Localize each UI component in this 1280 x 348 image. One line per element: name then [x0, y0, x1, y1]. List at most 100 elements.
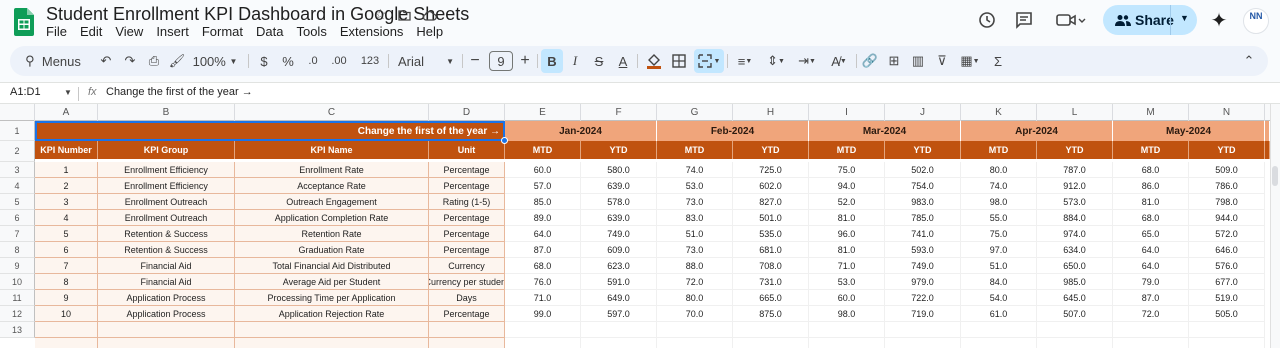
value-cell[interactable]: 501.0 — [733, 210, 809, 226]
kpi-unit-cell[interactable]: Percentage — [429, 162, 505, 178]
history-icon[interactable] — [973, 8, 1001, 32]
value-cell[interactable]: 94.0 — [809, 178, 885, 194]
currency-format-button[interactable]: $ — [256, 46, 272, 76]
empty-cell[interactable] — [98, 338, 235, 348]
empty-cell[interactable] — [35, 338, 98, 348]
row-header-2[interactable]: 2 — [0, 141, 35, 162]
value-cell[interactable]: 89.0 — [505, 210, 581, 226]
value-cell[interactable]: 73.0 — [657, 242, 733, 258]
text-color-button[interactable]: A — [614, 46, 632, 76]
value-cell[interactable]: 60.0 — [809, 290, 885, 306]
value-cell[interactable]: 79.0 — [1113, 274, 1189, 290]
header-note-cell[interactable]: Change the first of the year → — [35, 121, 505, 141]
value-cell[interactable]: 53.0 — [657, 178, 733, 194]
kpi-n-cell[interactable]: 9 — [35, 290, 98, 306]
insert-chart-icon[interactable]: ▥ — [908, 46, 928, 76]
value-cell[interactable]: 64.0 — [505, 226, 581, 242]
menu-file[interactable]: File — [46, 24, 67, 40]
kpi-unit-cell[interactable]: Rating (1-5) — [429, 194, 505, 210]
value-cell[interactable]: 884.0 — [1037, 210, 1113, 226]
empty-cell[interactable] — [809, 322, 885, 338]
menu-format[interactable]: Format — [202, 24, 243, 40]
kpi-unit-cell[interactable]: Percentage — [429, 178, 505, 194]
value-cell[interactable]: 912.0 — [1037, 178, 1113, 194]
value-cell[interactable]: 798.0 — [1189, 194, 1265, 210]
value-cell[interactable]: 57.0 — [505, 178, 581, 194]
share-dropdown-icon[interactable]: ▼ — [1180, 13, 1189, 23]
row-header-12[interactable]: 12 — [0, 306, 35, 322]
row-header-3[interactable]: 3 — [0, 162, 35, 178]
functions-icon[interactable]: Σ — [988, 46, 1008, 76]
value-cell[interactable]: 80.0 — [657, 290, 733, 306]
kpi-unit-cell[interactable]: Currency per student — [429, 274, 505, 290]
column-header-g[interactable]: G — [657, 104, 733, 121]
value-cell[interactable]: 72.0 — [1113, 306, 1189, 322]
value-cell[interactable]: 75.0 — [809, 162, 885, 178]
kpi-group-cell[interactable]: Financial Aid — [98, 258, 235, 274]
empty-cell[interactable] — [1189, 338, 1265, 348]
value-cell[interactable]: 68.0 — [1113, 162, 1189, 178]
kpi-group-cell[interactable]: Application Process — [98, 290, 235, 306]
empty-cell[interactable] — [235, 338, 429, 348]
value-cell[interactable]: 578.0 — [581, 194, 657, 210]
value-cell[interactable]: 73.0 — [657, 194, 733, 210]
bold-button[interactable]: B — [541, 49, 563, 73]
column-header-b[interactable]: B — [98, 104, 235, 121]
kpi-group-cell[interactable]: Retention & Success — [98, 226, 235, 242]
row-header-1[interactable]: 1 — [0, 121, 35, 141]
value-cell[interactable]: 645.0 — [1037, 290, 1113, 306]
value-cell[interactable]: 64.0 — [1113, 242, 1189, 258]
empty-cell[interactable] — [733, 338, 809, 348]
gemini-icon[interactable]: ✦ — [1205, 8, 1233, 32]
value-cell[interactable]: 70.0 — [657, 306, 733, 322]
value-cell[interactable]: 827.0 — [733, 194, 809, 210]
value-cell[interactable]: 88.0 — [657, 258, 733, 274]
value-cell[interactable]: 96.0 — [809, 226, 885, 242]
avatar[interactable]: NN — [1243, 8, 1269, 34]
row-header-11[interactable]: 11 — [0, 290, 35, 306]
empty-cell[interactable] — [35, 322, 98, 338]
value-cell[interactable]: 51.0 — [657, 226, 733, 242]
empty-cell[interactable] — [505, 338, 581, 348]
collapse-toolbar-icon[interactable]: ⌃ — [1238, 46, 1260, 76]
value-cell[interactable]: 61.0 — [961, 306, 1037, 322]
kpi-unit-cell[interactable]: Currency — [429, 258, 505, 274]
column-header-e[interactable]: E — [505, 104, 581, 121]
column-header-l[interactable]: L — [1037, 104, 1113, 121]
name-box-dropdown-icon[interactable]: ▼ — [64, 88, 72, 97]
kpi-group-cell[interactable]: Application Process — [98, 306, 235, 322]
value-cell[interactable]: 979.0 — [885, 274, 961, 290]
value-cell[interactable]: 708.0 — [733, 258, 809, 274]
value-cell[interactable]: 785.0 — [885, 210, 961, 226]
kpi-name-cell[interactable]: Average Aid per Student — [235, 274, 429, 290]
value-cell[interactable]: 646.0 — [1189, 242, 1265, 258]
value-cell[interactable]: 87.0 — [1113, 290, 1189, 306]
kpi-n-cell[interactable]: 10 — [35, 306, 98, 322]
value-cell[interactable]: 68.0 — [505, 258, 581, 274]
value-cell[interactable]: 944.0 — [1189, 210, 1265, 226]
kpi-name-cell[interactable]: Application Rejection Rate — [235, 306, 429, 322]
menus-search[interactable]: ⚲ Menus — [18, 46, 88, 76]
share-button[interactable]: Share ▼ — [1103, 5, 1197, 35]
kpi-group-cell[interactable]: Enrollment Efficiency — [98, 162, 235, 178]
value-cell[interactable]: 787.0 — [1037, 162, 1113, 178]
kpi-name-cell[interactable]: Application Completion Rate — [235, 210, 429, 226]
value-cell[interactable]: 875.0 — [733, 306, 809, 322]
value-cell[interactable]: 64.0 — [1113, 258, 1189, 274]
value-cell[interactable]: 83.0 — [657, 210, 733, 226]
value-cell[interactable]: 572.0 — [1189, 226, 1265, 242]
text-wrap-icon[interactable]: ⇥ ▼ — [793, 46, 821, 76]
vertical-scrollbar[interactable] — [1270, 104, 1280, 348]
value-cell[interactable]: 52.0 — [809, 194, 885, 210]
move-folder-icon[interactable] — [398, 8, 411, 24]
value-cell[interactable]: 76.0 — [505, 274, 581, 290]
column-header-c[interactable]: C — [235, 104, 429, 121]
kpi-group-cell[interactable]: Retention & Success — [98, 242, 235, 258]
row-header-5[interactable]: 5 — [0, 194, 35, 210]
value-cell[interactable]: 535.0 — [733, 226, 809, 242]
menu-help[interactable]: Help — [416, 24, 443, 40]
value-cell[interactable]: 68.0 — [1113, 210, 1189, 226]
formula-input[interactable]: Change the first of the year → — [106, 86, 253, 98]
value-cell[interactable]: 681.0 — [733, 242, 809, 258]
value-cell[interactable]: 649.0 — [581, 290, 657, 306]
